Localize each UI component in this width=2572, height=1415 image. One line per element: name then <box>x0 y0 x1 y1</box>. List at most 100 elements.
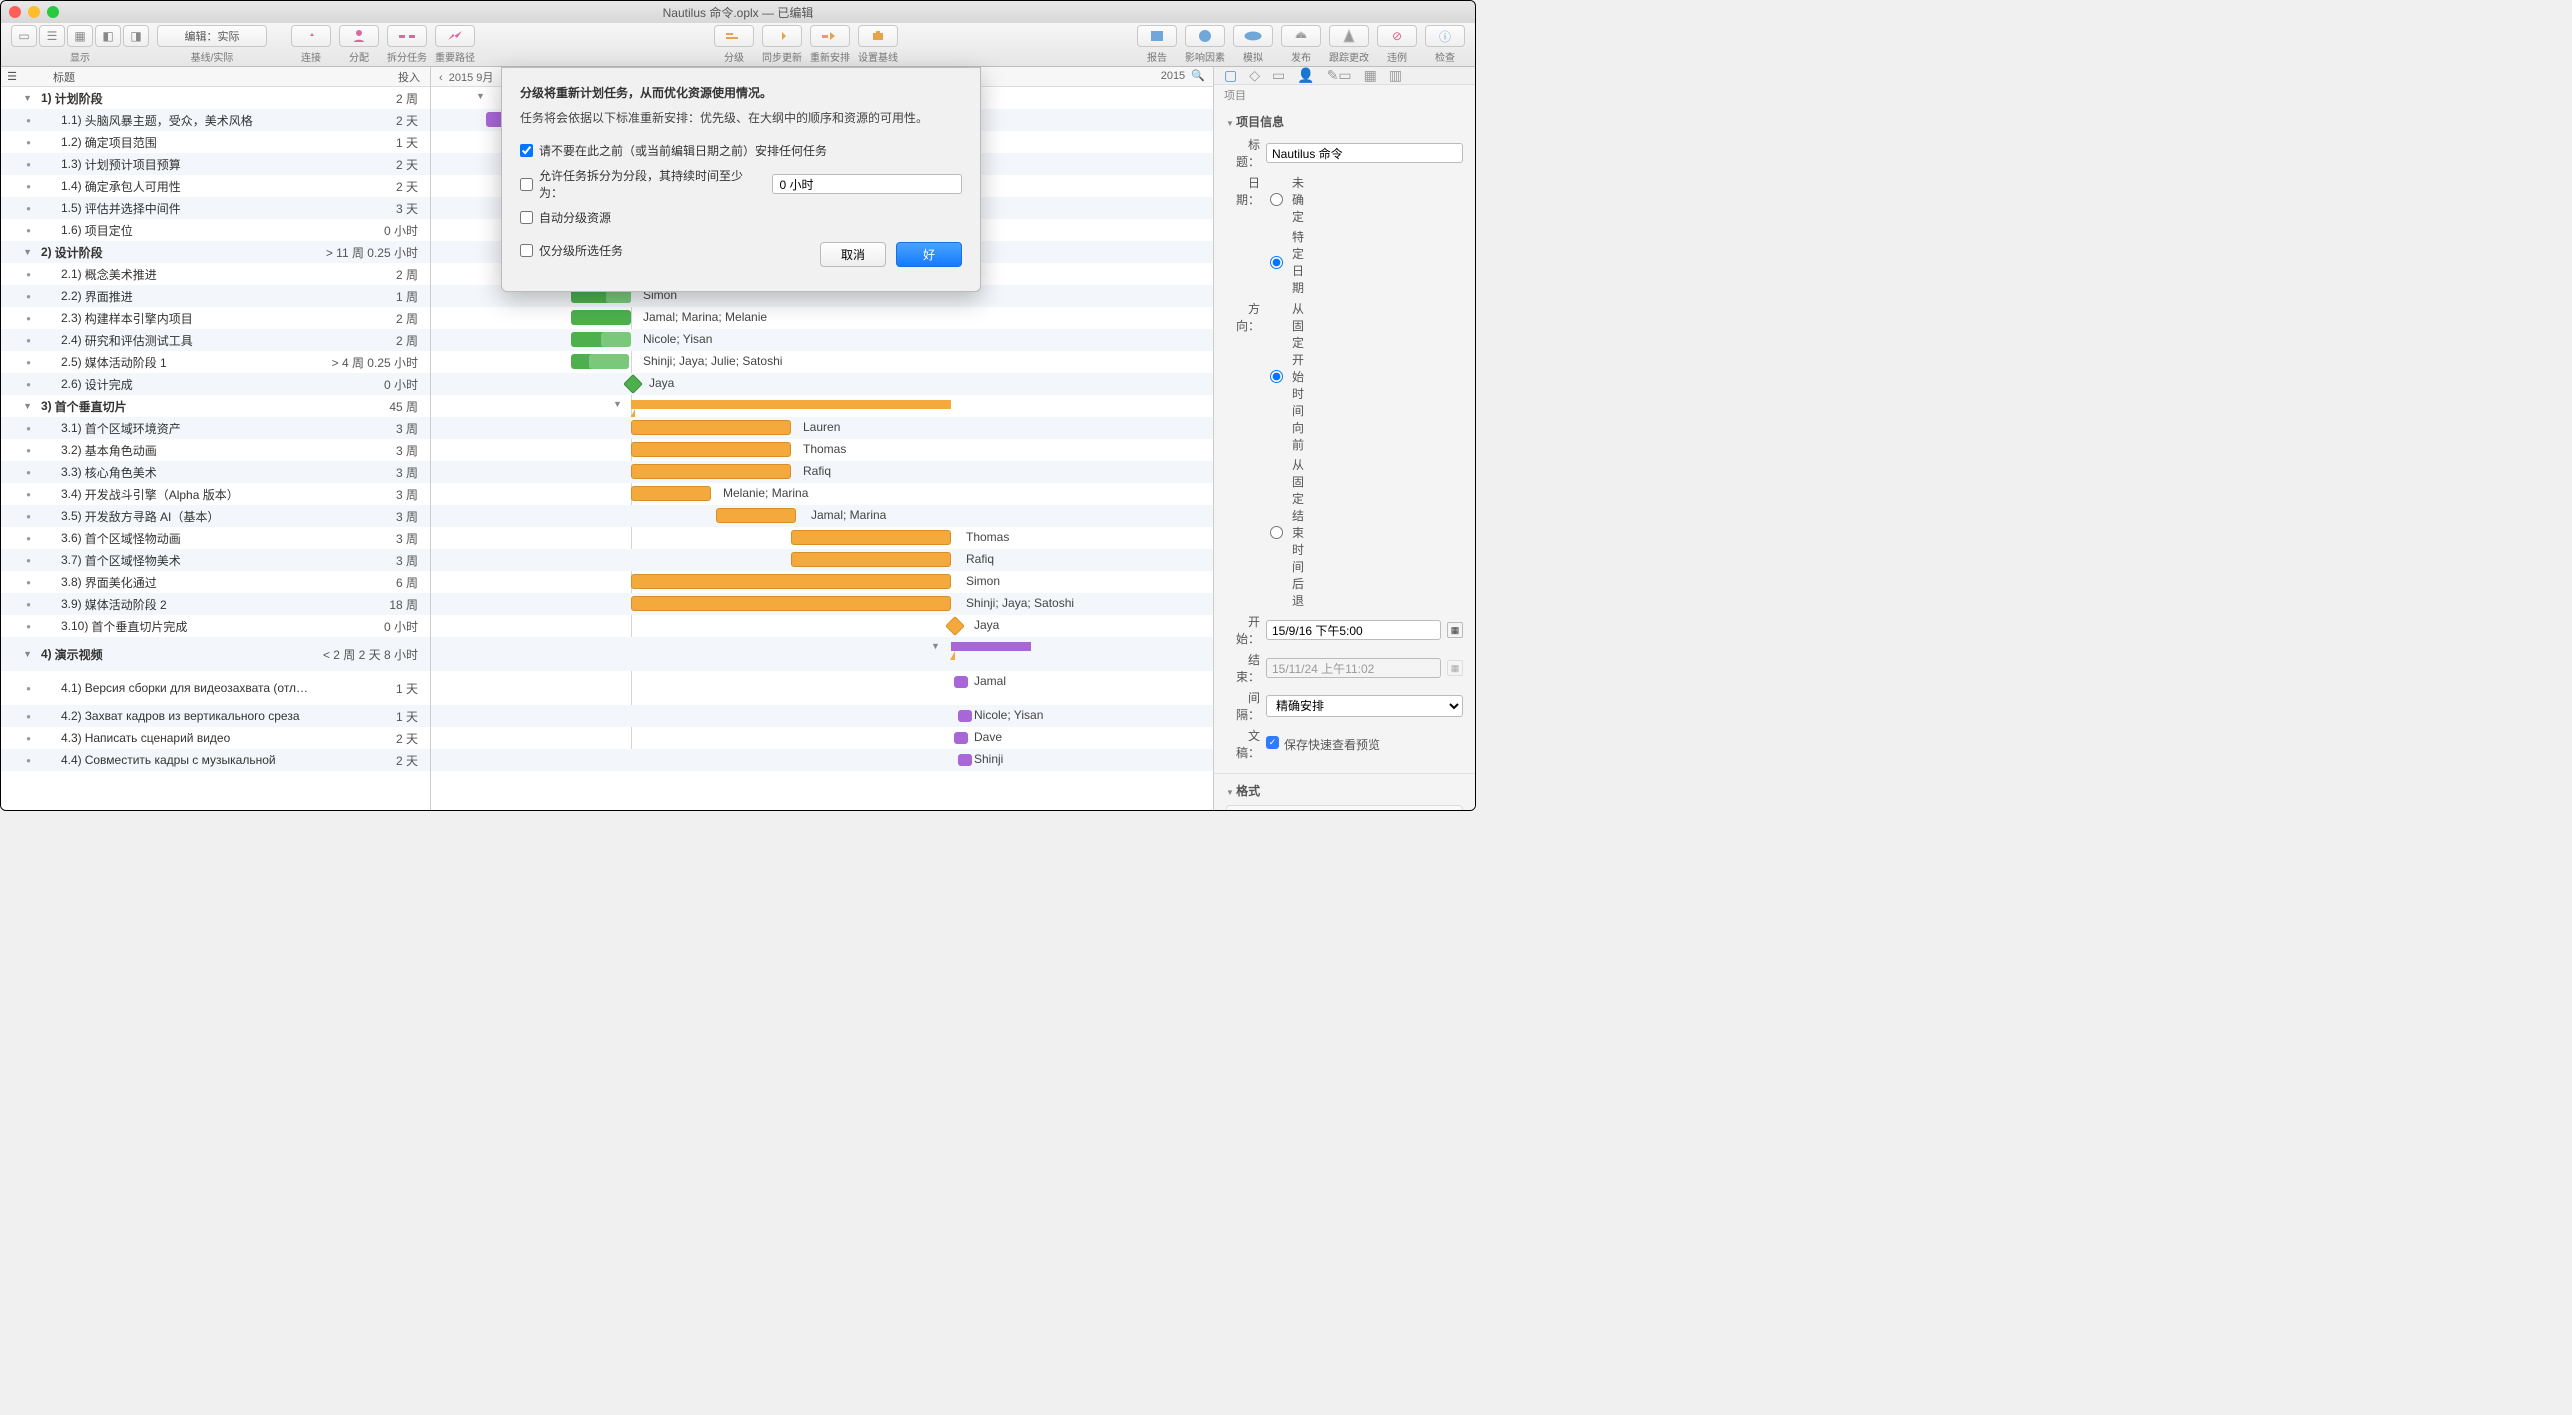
interval-select[interactable]: 精确安排 <box>1266 695 1463 717</box>
reschedule-button[interactable] <box>810 25 850 47</box>
outline-task-row[interactable]: ● 2.4) 研究和评估测试工具 2 周 <box>1 329 430 351</box>
project-title-input[interactable] <box>1266 143 1463 163</box>
outline-task-row[interactable]: ● 3.5) 开发敌方寻路 AI（基本） 3 周 <box>1 505 430 527</box>
track-changes-button[interactable] <box>1329 25 1369 47</box>
outline-task-row[interactable]: ● 3.6) 首个区域怪物动画 3 周 <box>1 527 430 549</box>
outline-task-row[interactable]: ● 1.1) 头脑风暴主题，受众，美术风格 2 天 <box>1 109 430 131</box>
opt-auto-level-checkbox[interactable] <box>520 211 533 224</box>
view-mode-5-button[interactable]: ◨ <box>123 25 149 47</box>
outline-task-row[interactable]: ● 4.2) Захват кадров из вертикального ср… <box>1 705 430 727</box>
outline-task-row[interactable]: ● 1.2) 确定项目范围 1 天 <box>1 131 430 153</box>
disclosure-triangle-icon[interactable]: ▼ <box>931 641 940 651</box>
gantt-bar[interactable] <box>958 754 972 766</box>
gantt-row[interactable]: Shinji <box>431 749 1213 771</box>
gantt-milestone[interactable] <box>623 374 643 394</box>
gantt-bar[interactable] <box>958 710 972 722</box>
gantt-bar[interactable] <box>631 464 791 479</box>
gantt-row[interactable]: Melanie; Marina <box>431 483 1213 505</box>
section-header-format[interactable]: 格式 <box>1226 782 1463 799</box>
outline-group-row[interactable]: ▼ 3) 首个垂直切片 45 周 <box>1 395 430 417</box>
end-date-input[interactable] <box>1266 658 1441 678</box>
outline-task-row[interactable]: ● 1.4) 确定承包人可用性 2 天 <box>1 175 430 197</box>
level-button[interactable] <box>714 25 754 47</box>
outline-group-row[interactable]: ▼ 1) 计划阶段 2 周 <box>1 87 430 109</box>
critical-path-button[interactable] <box>435 25 475 47</box>
baseline-actual-toggle[interactable]: 编辑：实际 <box>157 25 267 47</box>
outline-group-row[interactable]: ▼ 2) 设计阶段 > 11 周 0.25 小时 <box>1 241 430 263</box>
gantt-row[interactable]: Jamal <box>431 671 1213 705</box>
gantt-row[interactable]: Nicole; Yisan <box>431 329 1213 351</box>
close-window-button[interactable] <box>9 6 21 18</box>
outline-menu-icon[interactable]: ☰ <box>1 70 23 83</box>
outline-task-row[interactable]: ● 4.4) Совместить кадры с музыкальной 2 … <box>1 749 430 771</box>
gantt-group-bar[interactable] <box>631 400 951 409</box>
gantt-bar[interactable] <box>631 596 951 611</box>
inspector-tab-columns[interactable]: ▦ <box>1364 67 1377 84</box>
cancel-button[interactable]: 取消 <box>820 242 886 267</box>
inspector-tab-custom[interactable]: ▥ <box>1389 67 1402 84</box>
view-mode-1-button[interactable]: ▭ <box>11 25 37 47</box>
outline-task-row[interactable]: ● 4.3) Написать сценарий видео 2 天 <box>1 727 430 749</box>
factors-button[interactable] <box>1185 25 1225 47</box>
gantt-row[interactable]: Jamal; Marina <box>431 505 1213 527</box>
start-date-input[interactable] <box>1266 620 1441 640</box>
gantt-row[interactable]: Dave <box>431 727 1213 749</box>
disclosure-triangle-icon[interactable]: ▼ <box>23 649 32 659</box>
gantt-bar[interactable] <box>631 420 791 435</box>
gantt-row[interactable]: Thomas <box>431 439 1213 461</box>
simulate-button[interactable] <box>1233 25 1273 47</box>
gantt-row[interactable]: Lauren <box>431 417 1213 439</box>
gantt-row[interactable]: Shinji; Jaya; Satoshi <box>431 593 1213 615</box>
gantt-row[interactable]: ▼ <box>431 637 1213 671</box>
split-task-button[interactable] <box>387 25 427 47</box>
set-baseline-button[interactable] <box>858 25 898 47</box>
outline-task-row[interactable]: ● 3.9) 媒体活动阶段 2 18 周 <box>1 593 430 615</box>
outline-task-row[interactable]: ● 3.4) 开发战斗引擎（Alpha 版本） 3 周 <box>1 483 430 505</box>
assign-button[interactable] <box>339 25 379 47</box>
inspector-tab-resource[interactable]: 👤 <box>1297 67 1314 84</box>
date-specific-radio[interactable]: 特定日期 <box>1270 228 1304 296</box>
inspector-tab-milestone[interactable]: ◇ <box>1249 67 1260 84</box>
gantt-row[interactable]: Shinji; Jaya; Julie; Satoshi <box>431 351 1213 373</box>
gantt-bar[interactable] <box>791 530 951 545</box>
calendar-icon[interactable]: ▦ <box>1447 622 1463 638</box>
disclosure-triangle-icon[interactable]: ▼ <box>23 247 32 257</box>
opt-dont-schedule-before-checkbox[interactable] <box>520 144 533 157</box>
gantt-row[interactable]: Nicole; Yisan <box>431 705 1213 727</box>
connect-button[interactable] <box>291 25 331 47</box>
outline-task-row[interactable]: ● 3.8) 界面美化通过 6 周 <box>1 571 430 593</box>
gantt-bar[interactable] <box>601 332 631 347</box>
view-mode-2-button[interactable]: ☰ <box>39 25 65 47</box>
direction-forward-radio[interactable]: 从固定开始时间向前 <box>1270 300 1304 453</box>
zoom-window-button[interactable] <box>47 6 59 18</box>
outline-task-row[interactable]: ● 2.1) 概念美术推进 2 周 <box>1 263 430 285</box>
date-undetermined-radio[interactable]: 未确定 <box>1270 174 1304 225</box>
opt-split-duration-input[interactable] <box>772 174 962 194</box>
outline-task-row[interactable]: ● 3.3) 核心角色美术 3 周 <box>1 461 430 483</box>
outline-task-row[interactable]: ● 2.5) 媒体活动阶段 1 > 4 周 0.25 小时 <box>1 351 430 373</box>
gantt-bar[interactable] <box>631 442 791 457</box>
catchup-button[interactable] <box>762 25 802 47</box>
gantt-row[interactable]: Jaya <box>431 373 1213 395</box>
gantt-nav-prev[interactable]: ‹ 2015 9月 <box>439 69 493 84</box>
gantt-bar[interactable] <box>716 508 796 523</box>
outline-task-row[interactable]: ● 3.2) 基本角色动画 3 周 <box>1 439 430 461</box>
column-effort[interactable]: 投入 <box>315 69 430 85</box>
gantt-row[interactable]: Jamal; Marina; Melanie <box>431 307 1213 329</box>
opt-allow-split-checkbox[interactable] <box>520 178 533 191</box>
inspector-tab-task[interactable]: ▭ <box>1272 67 1285 84</box>
disclosure-triangle-icon[interactable]: ▼ <box>23 93 32 103</box>
gantt-row[interactable]: Rafiq <box>431 461 1213 483</box>
gantt-milestone[interactable] <box>945 616 965 636</box>
outline-task-row[interactable]: ● 1.3) 计划预计项目预算 2 天 <box>1 153 430 175</box>
inspector-tab-styles[interactable]: ✎▭ <box>1327 67 1352 84</box>
ok-button[interactable]: 好 <box>896 242 962 267</box>
disclosure-triangle-icon[interactable]: ▼ <box>23 401 32 411</box>
gantt-row[interactable]: ▼ <box>431 395 1213 417</box>
quicklook-checkbox[interactable]: ✓保存快速查看预览 <box>1266 736 1380 753</box>
outline-task-row[interactable]: ● 2.3) 构建样本引擎内项目 2 周 <box>1 307 430 329</box>
minimize-window-button[interactable] <box>28 6 40 18</box>
direction-backward-radio[interactable]: 从固定结束时间后退 <box>1270 456 1304 609</box>
outline-task-row[interactable]: ● 3.1) 首个区域环境资产 3 周 <box>1 417 430 439</box>
gantt-row[interactable]: Simon <box>431 571 1213 593</box>
